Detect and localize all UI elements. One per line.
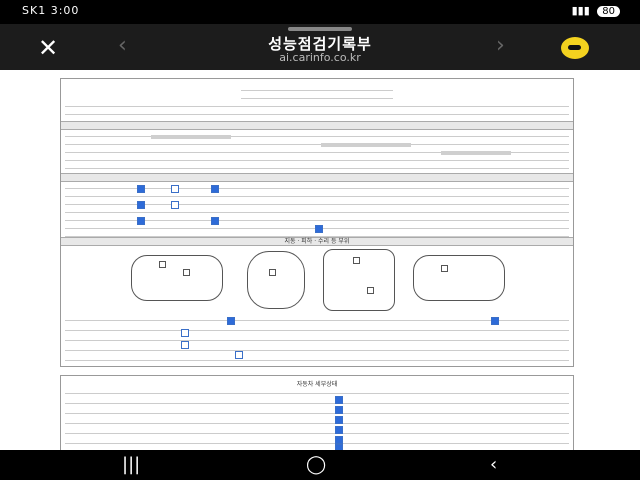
carrier-time: SK1 3:00: [22, 4, 80, 17]
battery-indicator: 80: [597, 6, 620, 17]
home-icon[interactable]: ◯: [306, 454, 326, 475]
section-diagram-title: 지동 · 피하 · 수리 등 부위: [61, 237, 573, 246]
document-viewport[interactable]: 지동 · 피하 · 수리 등 부위 자동차 세부상태: [0, 70, 640, 450]
damage-checkbox[interactable]: [181, 329, 189, 337]
damage-checkbox[interactable]: [227, 317, 235, 325]
history-checkbox[interactable]: [211, 185, 219, 193]
history-checkbox[interactable]: [171, 201, 179, 209]
browser-toolbar: ✕ ‹ › 성능점검기록부 ai.carinfo.co.kr: [0, 24, 640, 70]
detail-section-title: 자동차 세부상태: [296, 381, 338, 388]
damage-checkbox[interactable]: [235, 351, 243, 359]
browser-view: ✕ ‹ › 성능점검기록부 ai.carinfo.co.kr 지동 · 피하 ·…: [0, 24, 640, 450]
history-checkbox[interactable]: [211, 217, 219, 225]
car-top-view: [247, 251, 305, 309]
back-icon[interactable]: ‹: [490, 454, 497, 475]
damage-checkbox[interactable]: [181, 341, 189, 349]
vehicle-damage-diagram: [61, 247, 573, 311]
recents-icon[interactable]: |||: [122, 454, 140, 475]
history-checkbox[interactable]: [171, 185, 179, 193]
section-basic-info: [61, 121, 573, 130]
damage-checkbox[interactable]: [491, 317, 499, 325]
section-history: [61, 173, 573, 182]
history-checkbox[interactable]: [137, 217, 145, 225]
car-right-view: [413, 255, 505, 301]
history-checkbox[interactable]: [137, 201, 145, 209]
inspection-form: 지동 · 피하 · 수리 등 부위: [60, 78, 574, 367]
inspection-record-document: 지동 · 피하 · 수리 등 부위 자동차 세부상태: [60, 70, 574, 450]
detail-checkbox[interactable]: [335, 416, 343, 424]
drag-handle[interactable]: [288, 27, 352, 31]
history-checkbox[interactable]: [315, 225, 323, 233]
detail-checkbox[interactable]: [335, 406, 343, 414]
status-bar: SK1 3:00 ▮▮▮ 80: [0, 0, 640, 24]
detail-checkbox[interactable]: [335, 436, 343, 444]
kakao-talk-icon[interactable]: [561, 37, 589, 59]
history-checkbox[interactable]: [137, 185, 145, 193]
form-heading: [241, 85, 393, 91]
car-left-view: [131, 255, 223, 301]
detail-checkbox[interactable]: [335, 396, 343, 404]
page-url: ai.carinfo.co.kr: [279, 51, 361, 64]
android-nav-bar: ||| ◯ ‹: [0, 450, 640, 480]
status-icons: ▮▮▮ 80: [572, 4, 620, 17]
detail-status-table: 자동차 세부상태: [60, 375, 574, 450]
detail-checkbox[interactable]: [335, 426, 343, 434]
